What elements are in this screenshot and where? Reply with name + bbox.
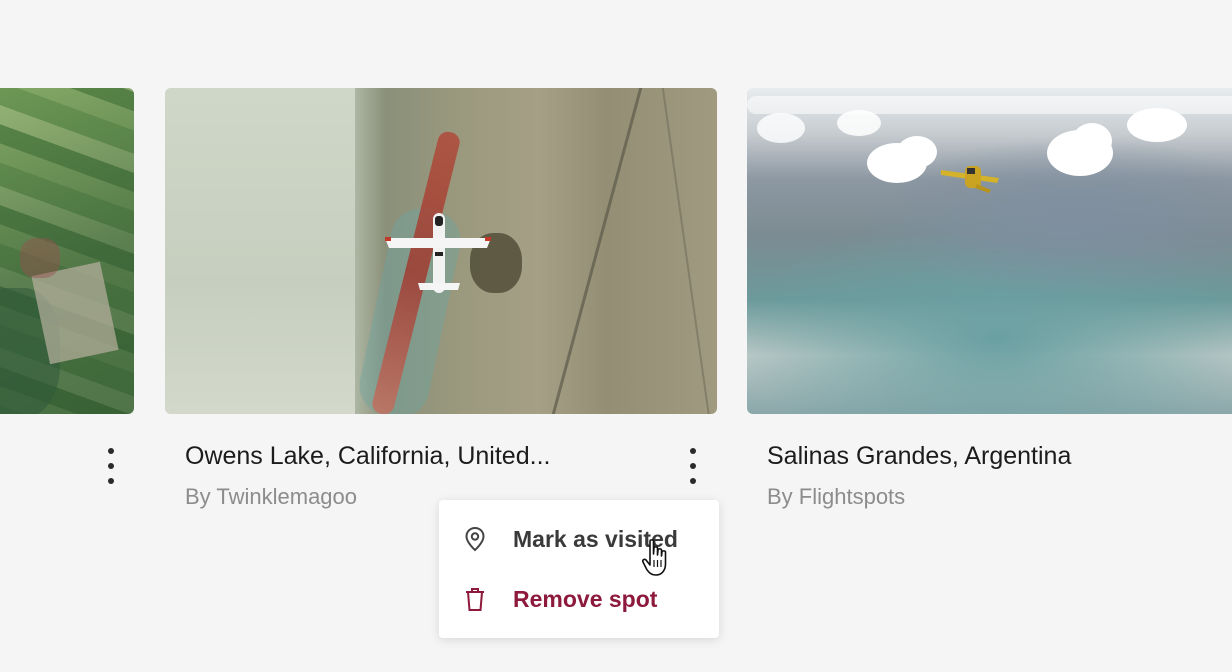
vertical-ellipsis-icon	[690, 448, 696, 454]
hand-pointer-icon	[641, 539, 667, 576]
image-detail	[20, 238, 60, 278]
card-image-salinas-grandes[interactable]	[747, 88, 1232, 414]
more-options-button[interactable]	[101, 448, 121, 484]
card-title[interactable]: Owens Lake, California, United...	[185, 442, 550, 471]
airplane-graphic	[941, 166, 999, 193]
card-image-owens-lake[interactable]	[165, 88, 717, 414]
mark-as-visited-menu-item[interactable]: Mark as visited	[439, 513, 719, 565]
menu-item-label: Remove spot	[513, 585, 658, 612]
trash-icon	[466, 588, 484, 611]
more-options-button[interactable]	[683, 448, 703, 484]
card-author: By Flightspots	[767, 484, 906, 509]
vertical-ellipsis-icon	[108, 448, 114, 454]
location-pin-icon	[465, 526, 485, 552]
card-image-partial[interactable]	[0, 88, 134, 414]
airplane-graphic	[385, 213, 491, 293]
card-title[interactable]: Salinas Grandes, Argentina	[767, 442, 1071, 471]
context-menu: Mark as visited Remove spot	[439, 500, 719, 638]
remove-spot-menu-item[interactable]: Remove spot	[439, 573, 719, 625]
card-author: By Twinklemagoo	[185, 484, 358, 509]
